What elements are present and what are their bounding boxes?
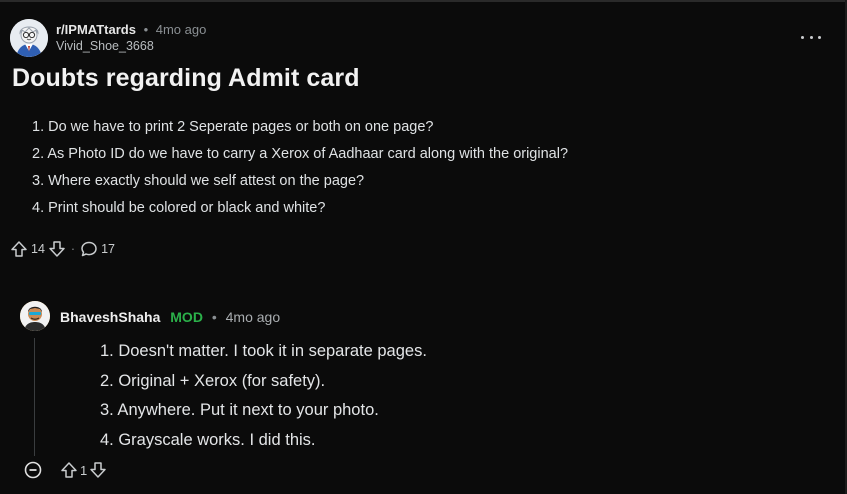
post-time: 4mo ago xyxy=(155,22,207,37)
comment-time: 4mo ago xyxy=(225,309,281,325)
post-actions: 14 · 17 xyxy=(10,238,118,260)
comment-bubble-graphic xyxy=(81,241,97,257)
more-options-icon[interactable] xyxy=(801,30,821,44)
thread-line[interactable] xyxy=(34,338,35,456)
comment-list-item: 2. Original + Xerox (for safety). xyxy=(100,371,326,390)
downvote-arrow-icon[interactable] xyxy=(48,240,66,258)
downvote-arrow-graphic xyxy=(90,462,106,478)
upvote-arrow-graphic xyxy=(11,241,27,257)
comment-list-item: 4. Grayscale works. I did this. xyxy=(100,430,316,449)
collapse-thread-icon[interactable] xyxy=(24,461,42,479)
post-meta: r/IPMATtards • 4mo ago xyxy=(56,22,206,37)
user-avatar-graphic xyxy=(20,301,50,331)
comment-meta: BhaveshShaha MOD • 4mo ago xyxy=(60,309,280,325)
overflow-dot xyxy=(809,35,813,39)
downvote-arrow-graphic xyxy=(49,241,65,257)
post-title: Doubts regarding Admit card xyxy=(12,64,360,92)
overflow-dot xyxy=(818,35,821,39)
subreddit-link[interactable]: r/IPMATtards xyxy=(56,22,136,37)
top-border xyxy=(0,0,847,2)
meta-separator: • xyxy=(143,22,149,37)
comment-list-item: 3. Anywhere. Put it next to your photo. xyxy=(100,401,379,419)
post-list-item: 1. Do we have to print 2 Seperate pages … xyxy=(32,119,434,135)
post-author[interactable]: Vivid_Shoe_3668 xyxy=(56,39,154,53)
user-avatar-icon[interactable] xyxy=(20,301,50,331)
downvote-arrow-icon[interactable] xyxy=(89,461,107,479)
action-separator: · xyxy=(70,242,76,256)
subreddit-avatar-graphic xyxy=(10,19,48,57)
comment-upvote-count: 1 xyxy=(80,462,88,478)
post-body: 1. Do we have to print 2 Seperate pages … xyxy=(32,118,812,226)
collapse-thread-graphic xyxy=(24,461,42,479)
upvote-arrow-icon[interactable] xyxy=(60,461,78,479)
comment-actions: 1 xyxy=(24,458,107,482)
post-header: r/IPMATtards • 4mo ago Vivid_Shoe_3668 xyxy=(10,18,835,60)
post-upvote-count: 14 xyxy=(31,242,45,256)
post-comment-count: 17 xyxy=(101,242,115,256)
subreddit-avatar-icon[interactable] xyxy=(10,19,48,57)
post-list-item: 4. Print should be colored or black and … xyxy=(32,200,326,216)
post-list-item: 3. Where exactly should we self attest o… xyxy=(32,173,365,189)
overflow-dot xyxy=(801,35,804,39)
mod-badge: MOD xyxy=(170,309,203,325)
comment-bubble-icon[interactable] xyxy=(80,240,98,258)
comment-author[interactable]: BhaveshShaha xyxy=(60,309,160,325)
comment-body: 1. Doesn't matter. I took it in separate… xyxy=(100,340,800,458)
comment-list-item: 1. Doesn't matter. I took it in separate… xyxy=(100,342,427,360)
upvote-arrow-icon[interactable] xyxy=(10,240,28,258)
upvote-arrow-graphic xyxy=(61,462,77,478)
post-list-item: 2. As Photo ID do we have to carry a Xer… xyxy=(32,146,569,162)
comment: BhaveshShaha MOD • 4mo ago 1. Doesn't ma… xyxy=(20,298,820,488)
meta-separator: • xyxy=(211,309,217,325)
